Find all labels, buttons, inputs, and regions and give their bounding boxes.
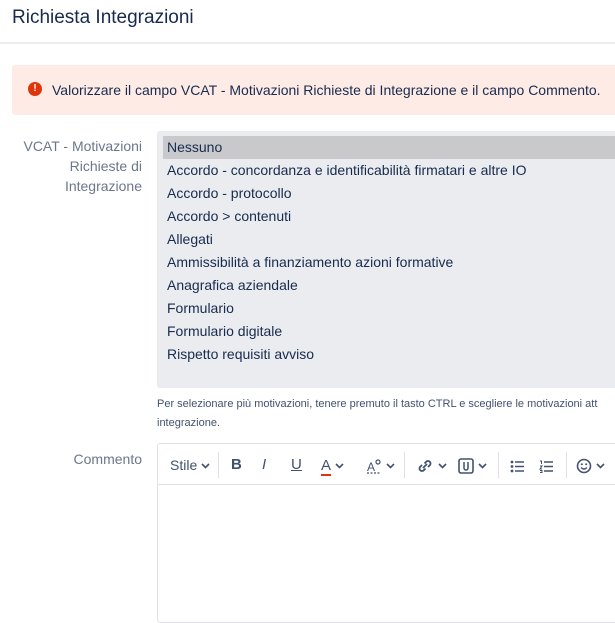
comment-field-label: Commento: [73, 451, 142, 467]
option-anagrafica-aziendale[interactable]: Anagrafica aziendale: [163, 274, 615, 297]
vcat-label-line2: Richieste di: [69, 158, 142, 174]
toolbar-divider: [218, 452, 219, 478]
vcat-field-label: VCAT - Motivazioni Richieste di Integraz…: [12, 136, 142, 196]
toolbar-divider: [404, 452, 405, 478]
more-formatting-icon: A: [367, 459, 381, 474]
italic-button[interactable]: I: [262, 453, 266, 477]
emoji-icon: [576, 458, 592, 474]
option-nessuno[interactable]: Nessuno: [163, 136, 615, 159]
option-formulario[interactable]: Formulario: [163, 297, 615, 320]
bold-button[interactable]: B: [231, 453, 242, 477]
chevron-down-icon: [201, 463, 210, 469]
option-formulario-digitale[interactable]: Formulario digitale: [163, 320, 615, 343]
comment-editor[interactable]: Stile B I U A A: [157, 443, 615, 623]
svg-text:A: A: [367, 460, 375, 474]
error-message: Valorizzare il campo VCAT - Motivazioni …: [52, 82, 601, 98]
comment-text-area[interactable]: [158, 485, 615, 622]
option-allegati[interactable]: Allegati: [163, 228, 615, 251]
vcat-hint: Per selezionare più motivazioni, tenere …: [157, 395, 615, 433]
option-accordo-concordanza[interactable]: Accordo - concordanza e identificabilità…: [163, 159, 615, 182]
vcat-hint-line1: Per selezionare più motivazioni, tenere …: [157, 398, 598, 410]
underline-button[interactable]: U: [291, 453, 302, 477]
editor-toolbar: Stile B I U A A: [158, 444, 615, 485]
vcat-hint-line2: integrazione.: [157, 417, 220, 429]
attachment-icon: [458, 458, 474, 475]
page-title: Richiesta Integrazioni: [12, 7, 194, 28]
chevron-down-icon: [438, 463, 447, 469]
toolbar-divider: [566, 452, 567, 478]
link-icon: [418, 460, 432, 473]
error-banner: ! Valorizzare il campo VCAT - Motivazion…: [12, 65, 615, 115]
chevron-down-icon: [386, 463, 395, 469]
underline-icon: U: [291, 456, 302, 473]
bullet-list-button[interactable]: [510, 453, 525, 477]
bullet-list-icon: [510, 460, 524, 473]
link-button[interactable]: [416, 453, 447, 477]
option-accordo-protocollo[interactable]: Accordo - protocollo: [163, 182, 615, 205]
vcat-label-line3: Integrazione: [64, 178, 142, 194]
italic-icon: I: [262, 456, 267, 473]
numbered-list-icon: [539, 460, 553, 473]
option-accordo-contenuti[interactable]: Accordo > contenuti: [163, 205, 615, 228]
style-dropdown[interactable]: Stile: [170, 453, 210, 477]
chevron-down-icon: [478, 463, 487, 469]
style-dropdown-label: Stile: [170, 457, 198, 473]
toolbar-divider: [498, 452, 499, 478]
chevron-down-icon: [335, 463, 344, 469]
vcat-multiselect[interactable]: Nessuno Accordo - concordanza e identifi…: [157, 131, 615, 388]
error-icon: !: [28, 82, 42, 96]
page-header: Richiesta Integrazioni: [0, 0, 615, 44]
text-color-button[interactable]: A: [321, 453, 344, 477]
more-formatting-button[interactable]: A: [366, 453, 395, 477]
text-color-icon: A: [321, 457, 332, 476]
vcat-label-line1: VCAT - Motivazioni: [23, 138, 142, 154]
attachment-button[interactable]: [458, 453, 487, 477]
option-rispetto-requisiti[interactable]: Rispetto requisiti avviso: [163, 343, 615, 366]
numbered-list-button[interactable]: [539, 453, 554, 477]
emoji-button[interactable]: [576, 453, 605, 477]
option-ammissibilita[interactable]: Ammissibilità a finanziamento azioni for…: [163, 251, 615, 274]
chevron-down-icon: [596, 463, 605, 469]
bold-icon: B: [231, 456, 242, 473]
